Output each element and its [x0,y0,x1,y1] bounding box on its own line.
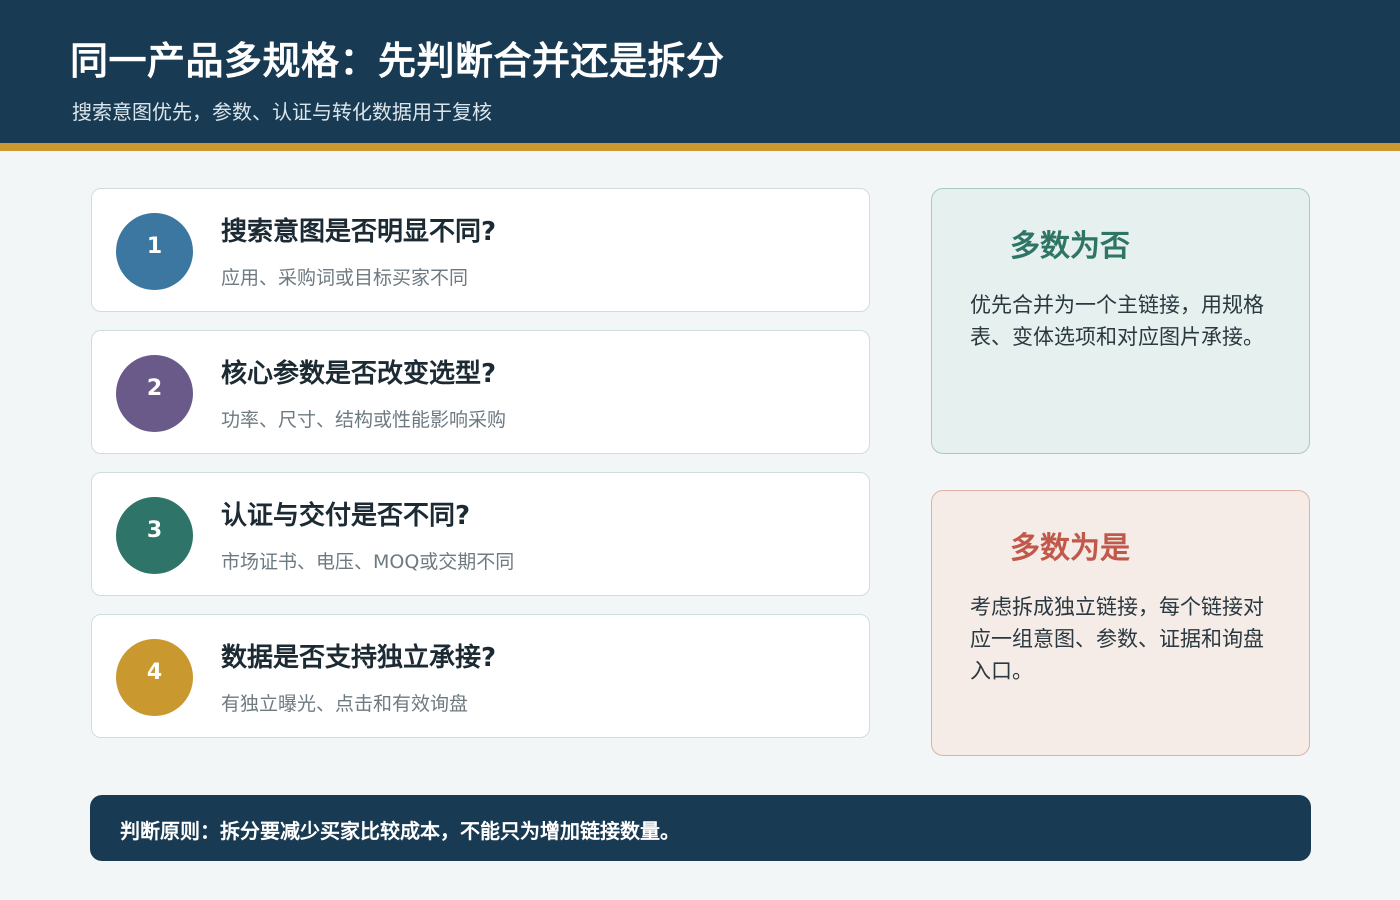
question-card-2: 2 核心参数是否改变选型? 功率、尺寸、结构或性能影响采购 [91,330,870,454]
step-number-badge: 1 [116,213,193,290]
page-subtitle: 搜索意图优先，参数、认证与转化数据用于复核 [72,100,492,124]
step-number-badge: 4 [116,639,193,716]
question-description: 市场证书、电压、MOQ或交期不同 [221,551,515,573]
outcome-title: 多数为否 [1010,229,1130,264]
header-accent-rule [0,143,1400,151]
question-description: 功率、尺寸、结构或性能影响采购 [221,409,507,431]
question-title: 搜索意图是否明显不同? [221,217,497,247]
page-title: 同一产品多规格：先判断合并还是拆分 [70,39,725,83]
principle-text: 判断原则：拆分要减少买家比较成本，不能只为增加链接数量。 [120,819,680,843]
question-title: 数据是否支持独立承接? [221,643,497,673]
question-description: 有独立曝光、点击和有效询盘 [221,693,469,715]
outcome-title: 多数为是 [1010,531,1130,566]
step-number-badge: 2 [116,355,193,432]
outcome-card-split: 多数为是 考虑拆成独立链接，每个链接对应一组意图、参数、证据和询盘入口。 [931,490,1310,756]
question-description: 应用、采购词或目标买家不同 [221,267,469,289]
question-card-1: 1 搜索意图是否明显不同? 应用、采购词或目标买家不同 [91,188,870,312]
principle-banner: 判断原则：拆分要减少买家比较成本，不能只为增加链接数量。 [90,795,1311,861]
question-card-4: 4 数据是否支持独立承接? 有独立曝光、点击和有效询盘 [91,614,870,738]
outcome-card-merge: 多数为否 优先合并为一个主链接，用规格表、变体选项和对应图片承接。 [931,188,1310,454]
question-title: 认证与交付是否不同? [221,501,471,531]
outcome-body: 考虑拆成独立链接，每个链接对应一组意图、参数、证据和询盘入口。 [970,595,1264,683]
question-title: 核心参数是否改变选型? [221,359,497,389]
question-card-3: 3 认证与交付是否不同? 市场证书、电压、MOQ或交期不同 [91,472,870,596]
step-number-badge: 3 [116,497,193,574]
outcome-body: 优先合并为一个主链接，用规格表、变体选项和对应图片承接。 [970,293,1264,349]
